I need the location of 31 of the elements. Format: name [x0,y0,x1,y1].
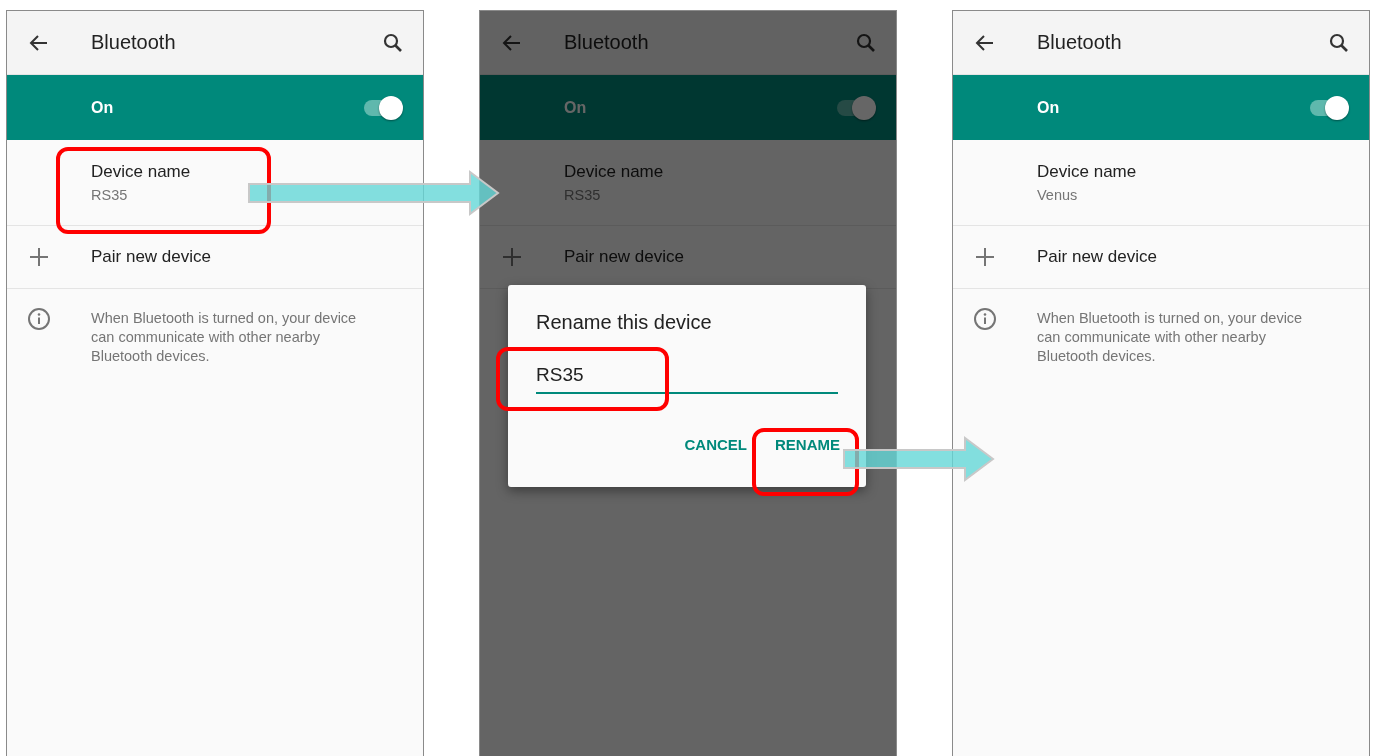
dialog-button[interactable]: RENAME [747,430,840,459]
info-text: When Bluetooth is turned on, your device can communicate with other nearby Bluetooth devices. [1037,309,1304,366]
toggle-switch[interactable] [1309,95,1349,120]
pair-device-item[interactable]: Pair new device [1037,247,1157,267]
setting-value: RS35 [91,187,129,203]
toggle-bar[interactable]: On [480,75,896,140]
pair-device-item[interactable]: Pair new device [91,247,211,267]
plus-icon [500,245,524,269]
toggle-label: On [1037,98,1061,117]
info-text: When Bluetooth is turned on, your device can communicate with other nearby Bluetooth devices. [91,309,358,366]
screen-title: Bluetooth [1037,31,1123,54]
setting-title[interactable]: Device name [1037,162,1369,182]
info-icon [973,307,997,331]
pair-device-item[interactable]: Pair new device [564,247,684,267]
dialog-title: Rename this device [536,311,713,334]
toggle-bar[interactable]: On [953,75,1369,140]
plus-icon [27,245,51,269]
toggle-switch[interactable] [363,95,403,120]
name-input-field[interactable]: RS35 [536,364,838,394]
setting-title[interactable]: Device name [91,162,423,182]
toggle-label: On [91,98,115,117]
screen-title: Bluetooth [564,31,650,54]
plus-icon [973,245,997,269]
info-icon [27,307,51,331]
setting-title[interactable]: Device name [564,162,896,182]
screen-title: Bluetooth [91,31,177,54]
toggle-label: On [564,98,588,117]
setting-value: Venus [1037,187,1079,203]
toggle-bar[interactable]: On [7,75,423,140]
toggle-switch[interactable] [836,95,876,120]
dialog-button[interactable]: CANCEL [656,430,747,459]
